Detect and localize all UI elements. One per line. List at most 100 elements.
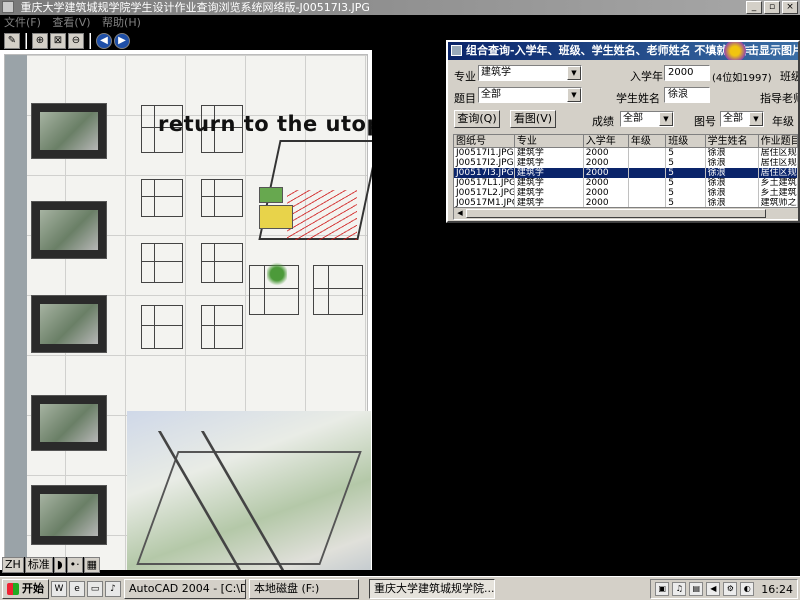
ime-keyboard-icon[interactable]: ▦ <box>83 557 101 573</box>
table-row[interactable]: J00517L1.JPG 建筑学 2000 5 徐浪 乡土建筑 <box>454 178 798 188</box>
floor-plan <box>313 265 363 315</box>
floor-plan <box>141 243 183 283</box>
fit-icon[interactable]: ⊠ <box>50 32 66 49</box>
table-cell: 2000 <box>584 148 629 158</box>
column-header[interactable]: 专业 <box>514 135 584 148</box>
table-cell <box>629 148 667 158</box>
table-cell <box>629 178 667 188</box>
column-header[interactable]: 图纸号 <box>454 135 515 148</box>
scroll-thumb[interactable] <box>466 209 766 218</box>
ime-moon-icon[interactable]: ◗ <box>53 557 66 573</box>
tray-icon[interactable]: ▣ <box>655 582 670 596</box>
major-select[interactable]: 建筑学 ▼ <box>478 65 582 81</box>
table-row[interactable]: J00517L2.JPG 建筑学 2000 5 徐浪 乡土建筑 <box>454 188 798 198</box>
column-header[interactable]: 学生姓名 <box>705 135 759 148</box>
quicklaunch-desktop-icon[interactable]: ▭ <box>87 580 103 597</box>
table-cell: 徐浪 <box>706 188 759 198</box>
quicklaunch-ie-icon[interactable]: e <box>69 580 85 597</box>
table-cell: 5 <box>666 178 706 188</box>
table-cell: 居住区规 <box>760 168 798 178</box>
table-row[interactable]: J00517I1.JPG 建筑学 2000 5 徐浪 居住区规 <box>454 148 798 158</box>
menu-file[interactable]: 文件(F) <box>4 16 41 29</box>
table-cell: 居住区规 <box>760 148 798 158</box>
windows-logo-icon <box>7 582 19 595</box>
image-viewer[interactable]: return to the utopia <box>0 50 372 570</box>
zoom-out-icon[interactable]: ⊖ <box>68 32 84 49</box>
start-button[interactable]: 开始 <box>2 578 49 599</box>
topic-select[interactable]: 全部 ▼ <box>478 87 582 103</box>
toolbar-separator <box>25 32 27 49</box>
topic-value: 全部 <box>481 89 501 100</box>
task-viewer[interactable]: 重庆大学建筑城规学院... <box>369 578 495 599</box>
table-row[interactable]: J00517I2.JPG 建筑学 2000 5 徐浪 居住区规 <box>454 158 798 168</box>
table-cell: 2000 <box>584 188 629 198</box>
sheet-select[interactable]: 全部 ▼ <box>720 111 764 127</box>
taskbar: 开始 W e ▭ ♪ AutoCAD 2004 - [C:\Doc... 本地磁… <box>0 576 800 600</box>
minimize-button[interactable]: _ <box>746 1 762 14</box>
tray-icon[interactable]: ◐ <box>740 582 755 596</box>
plant-sketch <box>267 261 287 287</box>
dialog-title-bar: 组合查询-入学年、班级、学生姓名、老师姓名 不填就不作 击显示图片 <box>448 42 798 60</box>
chevron-down-icon[interactable]: ▼ <box>567 88 581 102</box>
volume-icon[interactable]: ◀ <box>706 582 721 596</box>
sheet-value: 全部 <box>723 113 743 124</box>
quicklaunch-media-icon[interactable]: ♪ <box>105 580 121 597</box>
forward-icon[interactable]: ▶ <box>114 32 130 49</box>
floor-plan <box>141 305 183 349</box>
system-tray: ▣ ♫ ▤ ◀ ⚙ ◐ 16:24 <box>650 579 798 599</box>
table-cell: 2000 <box>584 168 629 178</box>
scroll-left-icon[interactable]: ◀ <box>454 208 466 219</box>
table-cell <box>629 158 667 168</box>
query-button[interactable]: 查询(Q) <box>454 110 500 128</box>
ime-icon[interactable]: ZH <box>2 557 24 573</box>
model-photo <box>31 201 107 259</box>
student-label: 学生姓名 <box>616 92 660 105</box>
column-header[interactable]: 作业题目 <box>758 135 798 148</box>
horizontal-scrollbar[interactable]: ◀ <box>454 207 798 219</box>
menu-view[interactable]: 查看(V) <box>52 16 90 29</box>
table-cell <box>629 188 667 198</box>
window-controls: _ ▫ × <box>746 1 798 14</box>
drawing-headline: return to the utopia <box>158 112 372 136</box>
chevron-down-icon[interactable]: ▼ <box>749 112 763 126</box>
table-row[interactable]: J00517I3.JPG 建筑学 2000 5 徐浪 居住区规 <box>454 168 798 178</box>
model-photo <box>31 103 107 159</box>
chevron-down-icon[interactable]: ▼ <box>659 112 673 126</box>
chevron-down-icon[interactable]: ▼ <box>567 66 581 80</box>
clock: 16:24 <box>761 582 793 596</box>
column-header[interactable]: 入学年 <box>583 135 629 148</box>
task-autocad[interactable]: AutoCAD 2004 - [C:\Doc... <box>124 578 246 599</box>
tray-icon[interactable]: ⚙ <box>723 582 738 596</box>
grade-select[interactable]: 全部 ▼ <box>620 111 674 127</box>
floor-plan <box>141 179 183 217</box>
column-header[interactable]: 年级 <box>628 135 667 148</box>
ime-punct-icon[interactable]: •· <box>66 557 83 573</box>
year-level-label: 年级 <box>772 115 794 128</box>
column-header[interactable]: 班级 <box>666 135 706 148</box>
table-cell: 2000 <box>584 178 629 188</box>
student-field[interactable]: 徐浪 <box>664 87 710 103</box>
floor-plan <box>201 179 243 217</box>
restore-button[interactable]: ▫ <box>764 1 780 14</box>
pencil-icon[interactable]: ✎ <box>4 32 20 49</box>
results-table[interactable]: 图纸号 专业 入学年 年级 班级 学生姓名 作业题目 J00517I1.JPG 建… <box>453 134 798 220</box>
floor-plan <box>201 243 243 283</box>
tray-icon[interactable]: ▤ <box>689 582 704 596</box>
zoom-in-icon[interactable]: ⊕ <box>32 32 48 49</box>
quicklaunch-pen-icon[interactable]: W <box>51 580 67 597</box>
toolbar-separator <box>89 32 91 49</box>
table-cell: J00517L2.JPG <box>456 188 515 198</box>
major-label: 专业 <box>454 70 476 83</box>
ime-mode[interactable]: 标准 <box>24 557 53 573</box>
back-icon[interactable]: ◀ <box>96 32 112 49</box>
table-cell: 建筑学 <box>515 158 584 168</box>
red-sight-lines <box>287 190 357 240</box>
view-image-button[interactable]: 看图(V) <box>510 110 556 128</box>
task-local-disk[interactable]: 本地磁盘 (F:) <box>249 578 359 599</box>
menu-help[interactable]: 帮助(H) <box>102 16 141 29</box>
year-hint: (4位如1997) <box>712 73 772 84</box>
major-value: 建筑学 <box>481 67 511 78</box>
tray-icon[interactable]: ♫ <box>672 582 687 596</box>
year-field[interactable]: 2000 <box>664 65 710 81</box>
close-button[interactable]: × <box>782 1 798 14</box>
